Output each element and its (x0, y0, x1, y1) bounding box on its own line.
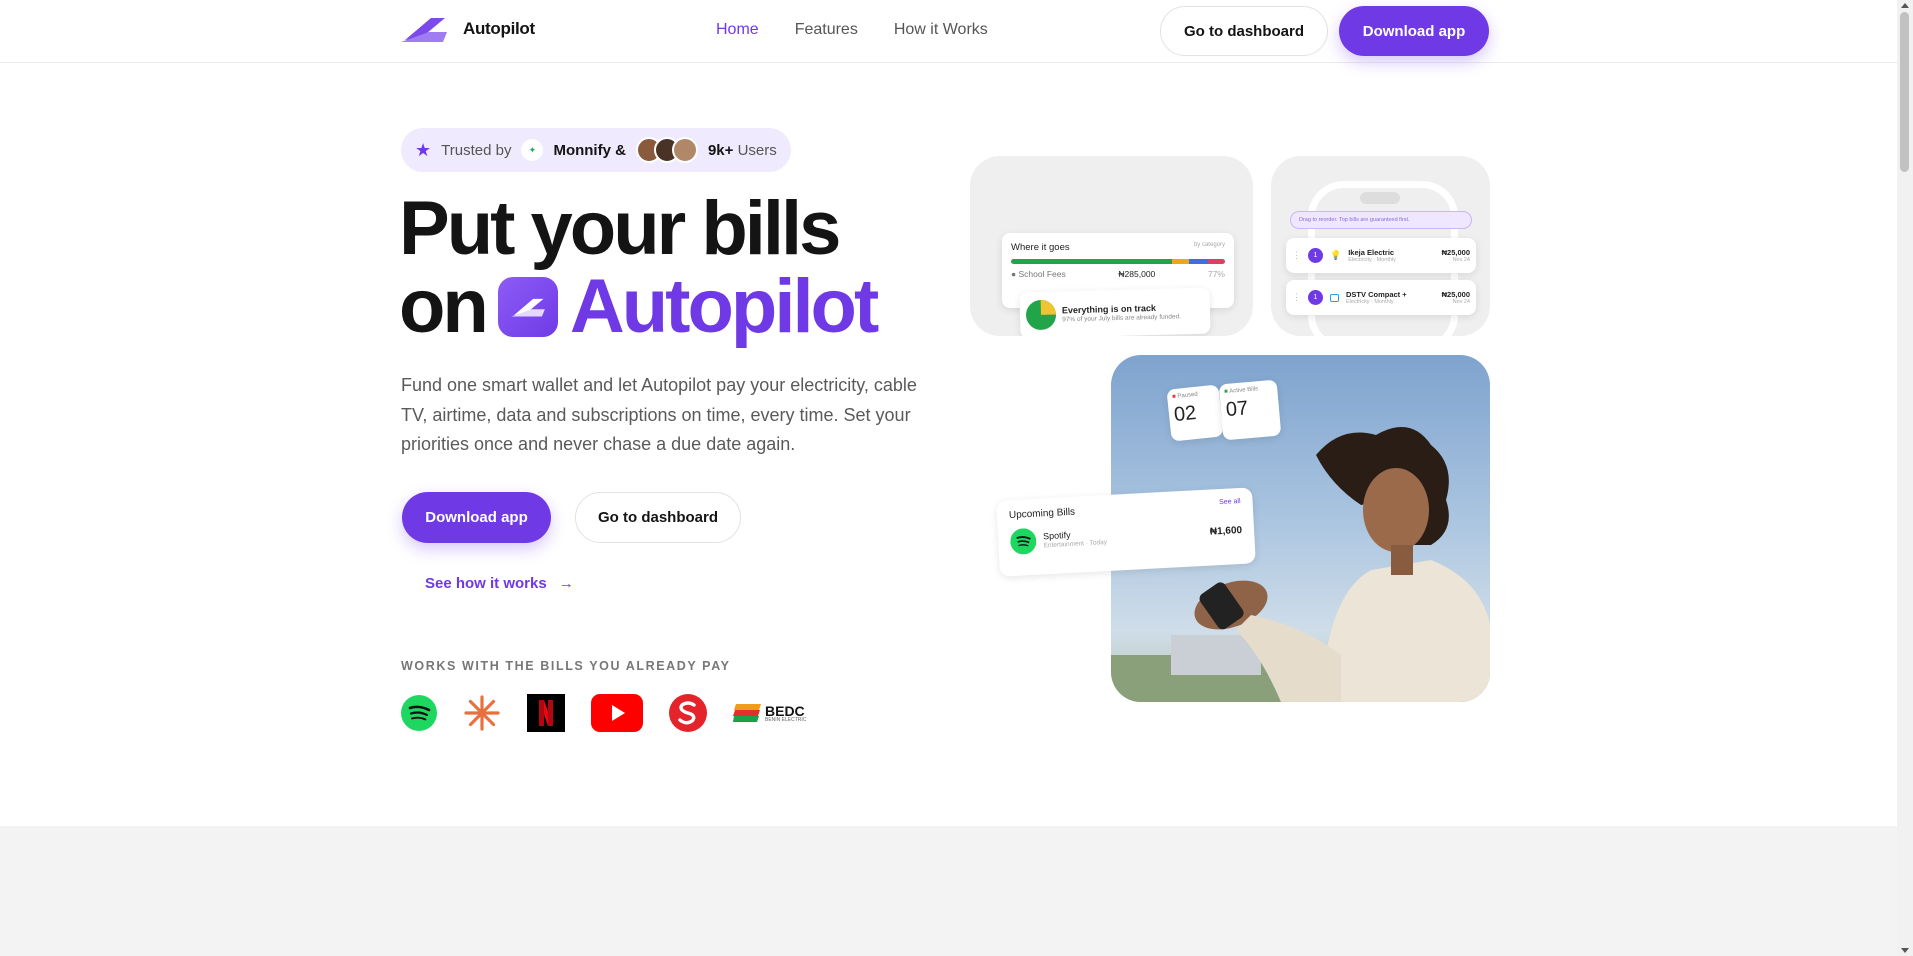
pie-icon (1026, 299, 1057, 330)
nav-download-button[interactable]: Download app (1339, 6, 1489, 56)
nav-links: Home Features How it Works (716, 21, 988, 39)
nav-dashboard-button[interactable]: Go to dashboard (1160, 6, 1328, 56)
item-date: Nov 24 (1452, 256, 1470, 263)
hero-dashboard-button[interactable]: Go to dashboard (575, 492, 741, 543)
nav-link-home[interactable]: Home (716, 21, 759, 39)
user-count-suffix: Users (737, 141, 777, 159)
top-nav: Autopilot Home Features How it Works Go … (0, 0, 1897, 63)
drag-handle-icon[interactable]: ⋮ (1292, 250, 1301, 261)
see-how-link[interactable]: See how it works → (425, 575, 574, 592)
hero-description: Fund one smart wallet and let Autopilot … (401, 375, 917, 454)
phone-notch (1360, 192, 1400, 204)
category-bar (1011, 259, 1225, 264)
spotify-logo-icon (401, 695, 437, 731)
tv-icon (1330, 293, 1339, 302)
hero-heading-on: on (399, 264, 489, 349)
active-bills-tile: ■ Active Bills 07 (1218, 379, 1282, 441)
trusted-badge: ★ Trusted by ✦ Monnify & 9k+ Users (401, 128, 791, 172)
item-date: Nov 24 (1452, 298, 1470, 305)
paused-tile: ■ Paused 02 (1166, 384, 1224, 442)
item-sub: Electricity · Monthly (1348, 256, 1396, 263)
see-how-label: See how it works (425, 575, 547, 592)
hero-heading-line2: on Autopilot (399, 264, 879, 349)
youtube-logo-icon (591, 694, 643, 732)
avatar (671, 137, 698, 163)
scroll-down-icon[interactable] (1901, 948, 1909, 953)
priority-item[interactable]: ⋮ 1 💡 Ikeja Electric Electricity · Month… (1286, 238, 1476, 273)
nav-link-how-it-works[interactable]: How it Works (894, 21, 988, 39)
panel-header: Where it goes by category (1011, 242, 1225, 253)
spending-card: Where it goes by category ● School Fees … (970, 156, 1253, 336)
user-count-value: 9k+ (707, 141, 734, 159)
user-avatars (635, 137, 698, 163)
drag-hint: Drag to reorder. Top bills are guarantee… (1290, 211, 1472, 229)
item-name: DSTV Compact + (1346, 289, 1407, 299)
upcoming-bills-panel: Upcoming Bills See all Spotify Entertain… (996, 487, 1256, 577)
bedc-logo-icon: BEDC BENIN ELECTRIC (733, 704, 806, 723)
brand-name: Autopilot (463, 19, 535, 38)
upcoming-header: Upcoming Bills See all (1009, 498, 1241, 521)
autopilot-tile-icon (497, 277, 558, 337)
monnify-logo-icon: ✦ (521, 139, 544, 161)
paused-label: ■ Paused (1171, 391, 1199, 401)
active-label: ■ Active Bills (1224, 386, 1259, 396)
scrollbar-thumb[interactable] (1900, 12, 1909, 172)
startimes-logo-icon (669, 694, 707, 732)
panel-tag: by category (1193, 242, 1225, 248)
brand-logo[interactable]: Autopilot (401, 14, 535, 44)
drag-handle-icon[interactable]: ⋮ (1292, 292, 1301, 303)
see-all-link[interactable]: See all (1219, 498, 1241, 510)
trusted-prefix: Trusted by (441, 141, 512, 159)
item-name: Ikeja Electric (1348, 247, 1395, 257)
scroll-up-icon[interactable] (1901, 3, 1909, 8)
rank-badge: 1 (1308, 290, 1323, 305)
nav-link-features[interactable]: Features (795, 21, 858, 39)
hero-heading-line1: Put your bills (399, 186, 841, 271)
works-with-title: WORKS WITH THE BILLS YOU ALREADY PAY (401, 659, 731, 673)
item-sub: Electricity · Monthly (1346, 298, 1394, 305)
bill-amount: ₦1,600 (1209, 524, 1243, 538)
priority-item[interactable]: ⋮ 1 DSTV Compact + Electricity · Monthly… (1286, 280, 1476, 315)
active-value: 07 (1224, 397, 1250, 422)
paused-value: 02 (1172, 401, 1198, 427)
bedc-name: BEDC (765, 702, 805, 719)
item-amount: ₦25,000 (1441, 247, 1470, 257)
hero-heading-brand: Autopilot (569, 264, 879, 349)
claude-logo-icon (463, 694, 501, 732)
priority-card: Drag to reorder. Top bills are guarantee… (1271, 156, 1490, 336)
page-scrollbar[interactable] (1897, 0, 1913, 956)
bedc-wordmark: BEDC BENIN ELECTRIC (765, 704, 806, 723)
upcoming-bill-row[interactable]: Spotify Entertainment · Today ₦1,600 (1010, 517, 1243, 555)
active-text: Active Bills (1229, 386, 1259, 395)
star-icon: ★ (415, 139, 432, 160)
panel-title: Where it goes (1011, 242, 1070, 253)
bedc-sub: BENIN ELECTRIC (765, 716, 807, 723)
next-section (0, 826, 1897, 956)
spotify-icon (1010, 528, 1037, 555)
upcoming-title: Upcoming Bills (1008, 506, 1076, 522)
item-amount: ₦25,000 (1441, 289, 1470, 299)
trusted-brand: Monnify & (553, 141, 626, 159)
category-pct: 77% (1207, 269, 1225, 279)
autopilot-logo-icon (401, 18, 447, 42)
category-amount: ₦285,000 (1118, 269, 1156, 279)
on-track-panel: Everything is on track 97% of your July … (1019, 287, 1211, 336)
category-row: ● School Fees ₦285,000 77% (1011, 269, 1225, 279)
hero-download-button[interactable]: Download app (402, 492, 551, 543)
arrow-right-icon: → (558, 575, 574, 592)
electricity-icon: 💡 (1330, 250, 1342, 260)
bill-logos: BEDC BENIN ELECTRIC (401, 694, 832, 732)
rank-badge: 1 (1308, 248, 1323, 263)
hero-heading: Put your bills on Autopilot (399, 186, 879, 349)
paused-text: Paused (1177, 391, 1199, 400)
user-count: 9k+ Users (708, 142, 777, 159)
netflix-logo-icon (527, 694, 565, 732)
category-label: School Fees (1018, 269, 1066, 279)
category-row-label: ● School Fees (1011, 269, 1066, 279)
